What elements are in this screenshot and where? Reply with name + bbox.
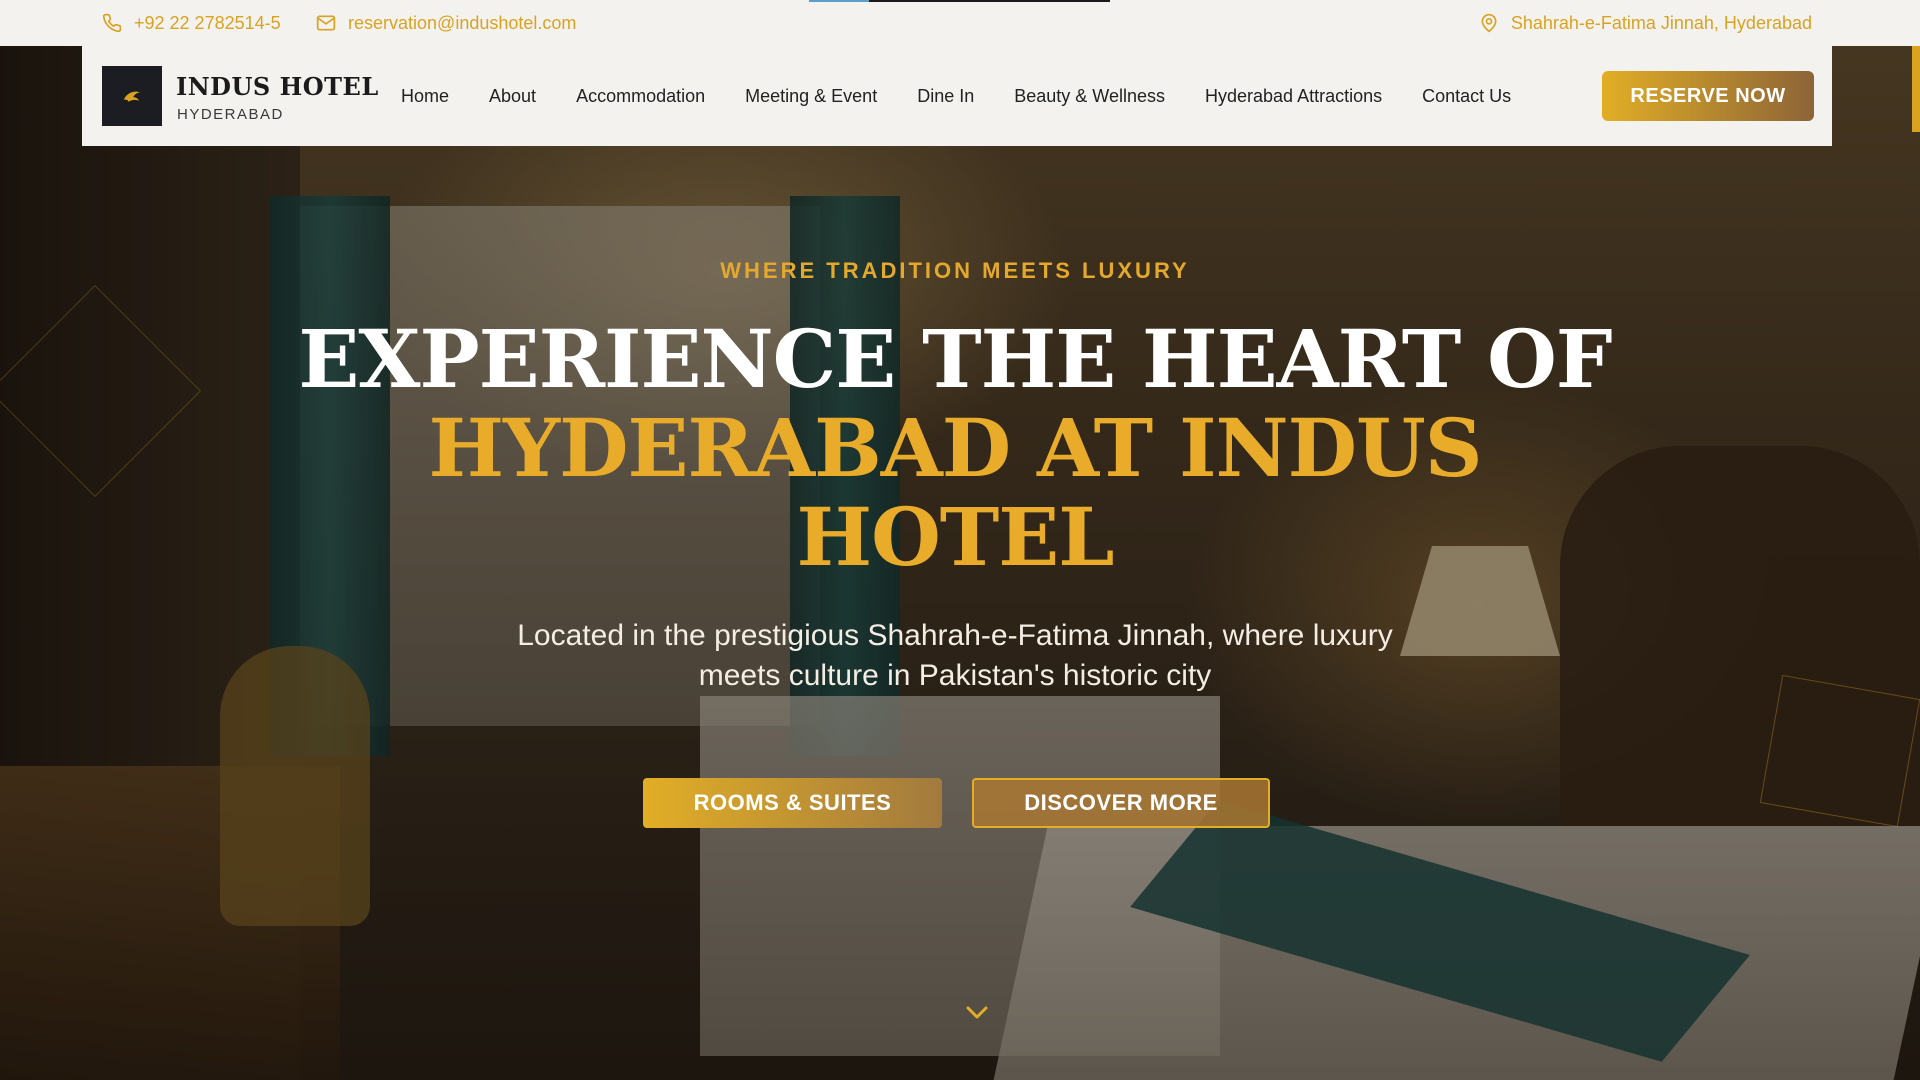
chevron-down-icon[interactable] (965, 1004, 989, 1022)
phone-icon (102, 13, 122, 33)
nav-item-accommodation[interactable]: Accommodation (576, 86, 705, 107)
nav-item-dine-in[interactable]: Dine In (917, 86, 974, 107)
topbar-phone[interactable]: +92 22 2782514-5 (102, 0, 281, 46)
nav-item-beauty-wellness[interactable]: Beauty & Wellness (1014, 86, 1165, 107)
rooms-suites-button[interactable]: ROOMS & SUITES (643, 778, 942, 828)
headline-line-gold-1: HYDERABAD AT INDUS (428, 401, 1482, 495)
address-text: Shahrah-e-Fatima Jinnah, Hyderabad (1510, 12, 1812, 33)
primary-nav: Home About Accommodation Meeting & Event… (401, 46, 1511, 146)
reserve-now-button[interactable]: RESERVE NOW (1602, 71, 1814, 121)
nav-item-hyderabad-attractions[interactable]: Hyderabad Attractions (1205, 86, 1382, 107)
nav-item-home[interactable]: Home (401, 86, 449, 107)
headline-line-white: EXPERIENCE THE HEART OF (298, 312, 1612, 406)
decorative-square (1759, 674, 1920, 828)
top-info-bar: +92 22 2782514-5 reservation@indushotel.… (0, 0, 1920, 46)
nav-item-about[interactable]: About (489, 86, 536, 107)
nav-item-contact-us[interactable]: Contact Us (1422, 86, 1511, 107)
nav-item-meeting-event[interactable]: Meeting & Event (745, 86, 877, 107)
hero-subtitle: Located in the prestigious Shahrah-e-Fat… (517, 619, 1393, 692)
logo[interactable] (102, 66, 162, 126)
brand-subtitle: HYDERABAD (177, 106, 284, 123)
main-navbar: INDUS HOTEL HYDERABAD Home About Accommo… (82, 46, 1832, 146)
map-pin-icon (1481, 13, 1497, 33)
hero-tagline: WHERE TRADITION MEETS LUXURY (720, 258, 1190, 283)
logo-icon (123, 91, 141, 102)
hero-headline: EXPERIENCE THE HEART OF HYDERABAD AT IND… (250, 315, 1660, 582)
page-progress-bar (809, 0, 1110, 2)
brand-name[interactable]: INDUS HOTEL (176, 72, 379, 101)
email-text: reservation@indushotel.com (348, 12, 577, 33)
mail-icon (316, 15, 336, 31)
topbar-address[interactable]: Shahrah-e-Fatima Jinnah, Hyderabad (1479, 0, 1812, 46)
topbar-email[interactable]: reservation@indushotel.com (316, 0, 576, 46)
headline-line-gold-2: HOTEL (796, 490, 1114, 584)
phone-text: +92 22 2782514-5 (134, 12, 281, 33)
discover-more-button[interactable]: DISCOVER MORE (972, 778, 1270, 828)
